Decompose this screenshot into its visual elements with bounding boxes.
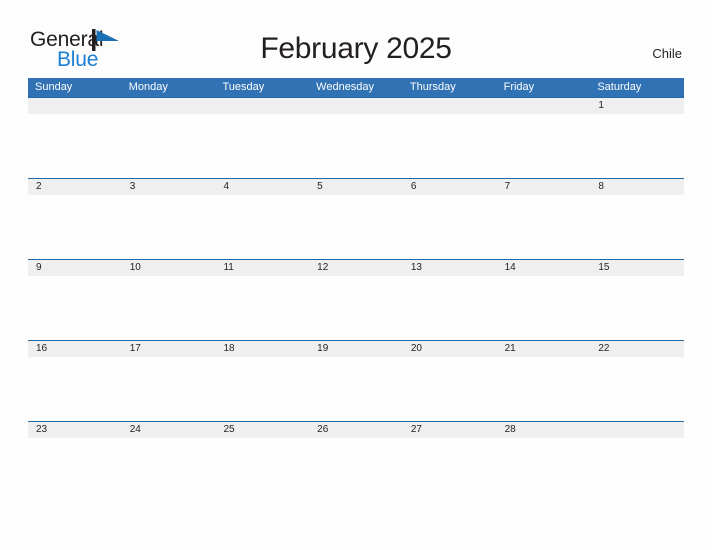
day-number[interactable]: 24	[122, 422, 216, 438]
day-number[interactable]: 3	[122, 179, 216, 195]
week-event-area	[28, 276, 684, 340]
day-cell[interactable]	[590, 438, 684, 502]
day-cell[interactable]	[122, 357, 216, 421]
day-cell[interactable]	[590, 114, 684, 178]
day-number[interactable]: 6	[403, 179, 497, 195]
day-number[interactable]: 21	[497, 341, 591, 357]
day-cell[interactable]	[215, 357, 309, 421]
day-number[interactable]	[122, 98, 216, 114]
day-cell[interactable]	[403, 114, 497, 178]
calendar-week-row: 16 17 18 19 20 21 22	[28, 340, 684, 421]
day-number[interactable]: 12	[309, 260, 403, 276]
day-number[interactable]	[497, 98, 591, 114]
day-cell[interactable]	[122, 438, 216, 502]
day-number[interactable]: 16	[28, 341, 122, 357]
day-cell[interactable]	[309, 195, 403, 259]
day-number[interactable]: 11	[215, 260, 309, 276]
weekday-header-tuesday: Tuesday	[222, 81, 265, 93]
day-cell[interactable]	[590, 195, 684, 259]
week-event-area	[28, 438, 684, 502]
week-event-area	[28, 195, 684, 259]
calendar-page: General Blue February 2025 Chile Sunday …	[0, 0, 712, 550]
week-date-strip: 9 10 11 12 13 14 15	[28, 259, 684, 276]
day-cell[interactable]	[309, 357, 403, 421]
day-number[interactable]: 8	[590, 179, 684, 195]
day-cell[interactable]	[122, 276, 216, 340]
week-date-strip: 23 24 25 26 27 28	[28, 421, 684, 438]
day-number[interactable]: 28	[497, 422, 591, 438]
weekday-header-thursday: Thursday	[409, 81, 456, 93]
weekday-header-friday: Friday	[503, 81, 535, 93]
day-number[interactable]: 20	[403, 341, 497, 357]
day-cell[interactable]	[590, 357, 684, 421]
day-number[interactable]	[309, 98, 403, 114]
day-number[interactable]: 15	[590, 260, 684, 276]
day-number[interactable]: 25	[215, 422, 309, 438]
day-number[interactable]: 19	[309, 341, 403, 357]
day-number[interactable]: 9	[28, 260, 122, 276]
day-cell[interactable]	[215, 438, 309, 502]
day-cell[interactable]	[28, 357, 122, 421]
day-number[interactable]	[215, 98, 309, 114]
day-cell[interactable]	[215, 195, 309, 259]
day-cell[interactable]	[403, 276, 497, 340]
day-cell[interactable]	[28, 114, 122, 178]
day-number[interactable]: 13	[403, 260, 497, 276]
day-cell[interactable]	[309, 114, 403, 178]
calendar-week-row: 9 10 11 12 13 14 15	[28, 259, 684, 340]
day-number[interactable]: 26	[309, 422, 403, 438]
week-date-strip: 1	[28, 97, 684, 114]
calendar-table: Sunday Monday Tuesday Wednesday Thursday…	[28, 78, 684, 502]
calendar-week-row: 23 24 25 26 27 28	[28, 421, 684, 502]
weekday-header-saturday: Saturday	[597, 81, 642, 93]
weekday-header-sunday: Sunday	[35, 81, 73, 93]
weekday-header-row: Sunday Monday Tuesday Wednesday Thursday…	[28, 78, 684, 97]
week-date-strip: 2 3 4 5 6 7 8	[28, 178, 684, 195]
weekday-header-wednesday: Wednesday	[316, 81, 375, 93]
week-event-area	[28, 114, 684, 178]
country-label: Chile	[652, 46, 682, 61]
day-cell[interactable]	[215, 276, 309, 340]
week-date-strip: 16 17 18 19 20 21 22	[28, 340, 684, 357]
calendar-week-row: 1	[28, 97, 684, 178]
day-cell[interactable]	[403, 195, 497, 259]
day-cell[interactable]	[497, 276, 591, 340]
day-number[interactable]: 18	[215, 341, 309, 357]
day-number[interactable]	[590, 422, 684, 438]
day-cell[interactable]	[309, 438, 403, 502]
day-cell[interactable]	[28, 276, 122, 340]
day-number[interactable]: 10	[122, 260, 216, 276]
day-number[interactable]: 1	[590, 98, 684, 114]
day-number[interactable]: 5	[309, 179, 403, 195]
day-number[interactable]: 2	[28, 179, 122, 195]
day-number[interactable]	[403, 98, 497, 114]
day-cell[interactable]	[215, 114, 309, 178]
page-header: General Blue February 2025 Chile	[0, 0, 712, 78]
day-cell[interactable]	[497, 357, 591, 421]
day-number[interactable]: 27	[403, 422, 497, 438]
day-number[interactable]: 23	[28, 422, 122, 438]
page-title: February 2025	[260, 32, 452, 65]
day-number[interactable]: 14	[497, 260, 591, 276]
day-cell[interactable]	[497, 438, 591, 502]
day-cell[interactable]	[403, 357, 497, 421]
week-event-area	[28, 357, 684, 421]
day-cell[interactable]	[590, 276, 684, 340]
day-cell[interactable]	[122, 195, 216, 259]
day-cell[interactable]	[497, 195, 591, 259]
day-cell[interactable]	[497, 114, 591, 178]
day-cell[interactable]	[403, 438, 497, 502]
weekday-header-monday: Monday	[128, 81, 168, 93]
day-number[interactable]	[28, 98, 122, 114]
day-cell[interactable]	[28, 438, 122, 502]
calendar-week-row: 2 3 4 5 6 7 8	[28, 178, 684, 259]
day-number[interactable]: 22	[590, 341, 684, 357]
day-number[interactable]: 17	[122, 341, 216, 357]
day-cell[interactable]	[309, 276, 403, 340]
day-cell[interactable]	[28, 195, 122, 259]
day-cell[interactable]	[122, 114, 216, 178]
day-number[interactable]: 4	[215, 179, 309, 195]
day-number[interactable]: 7	[497, 179, 591, 195]
